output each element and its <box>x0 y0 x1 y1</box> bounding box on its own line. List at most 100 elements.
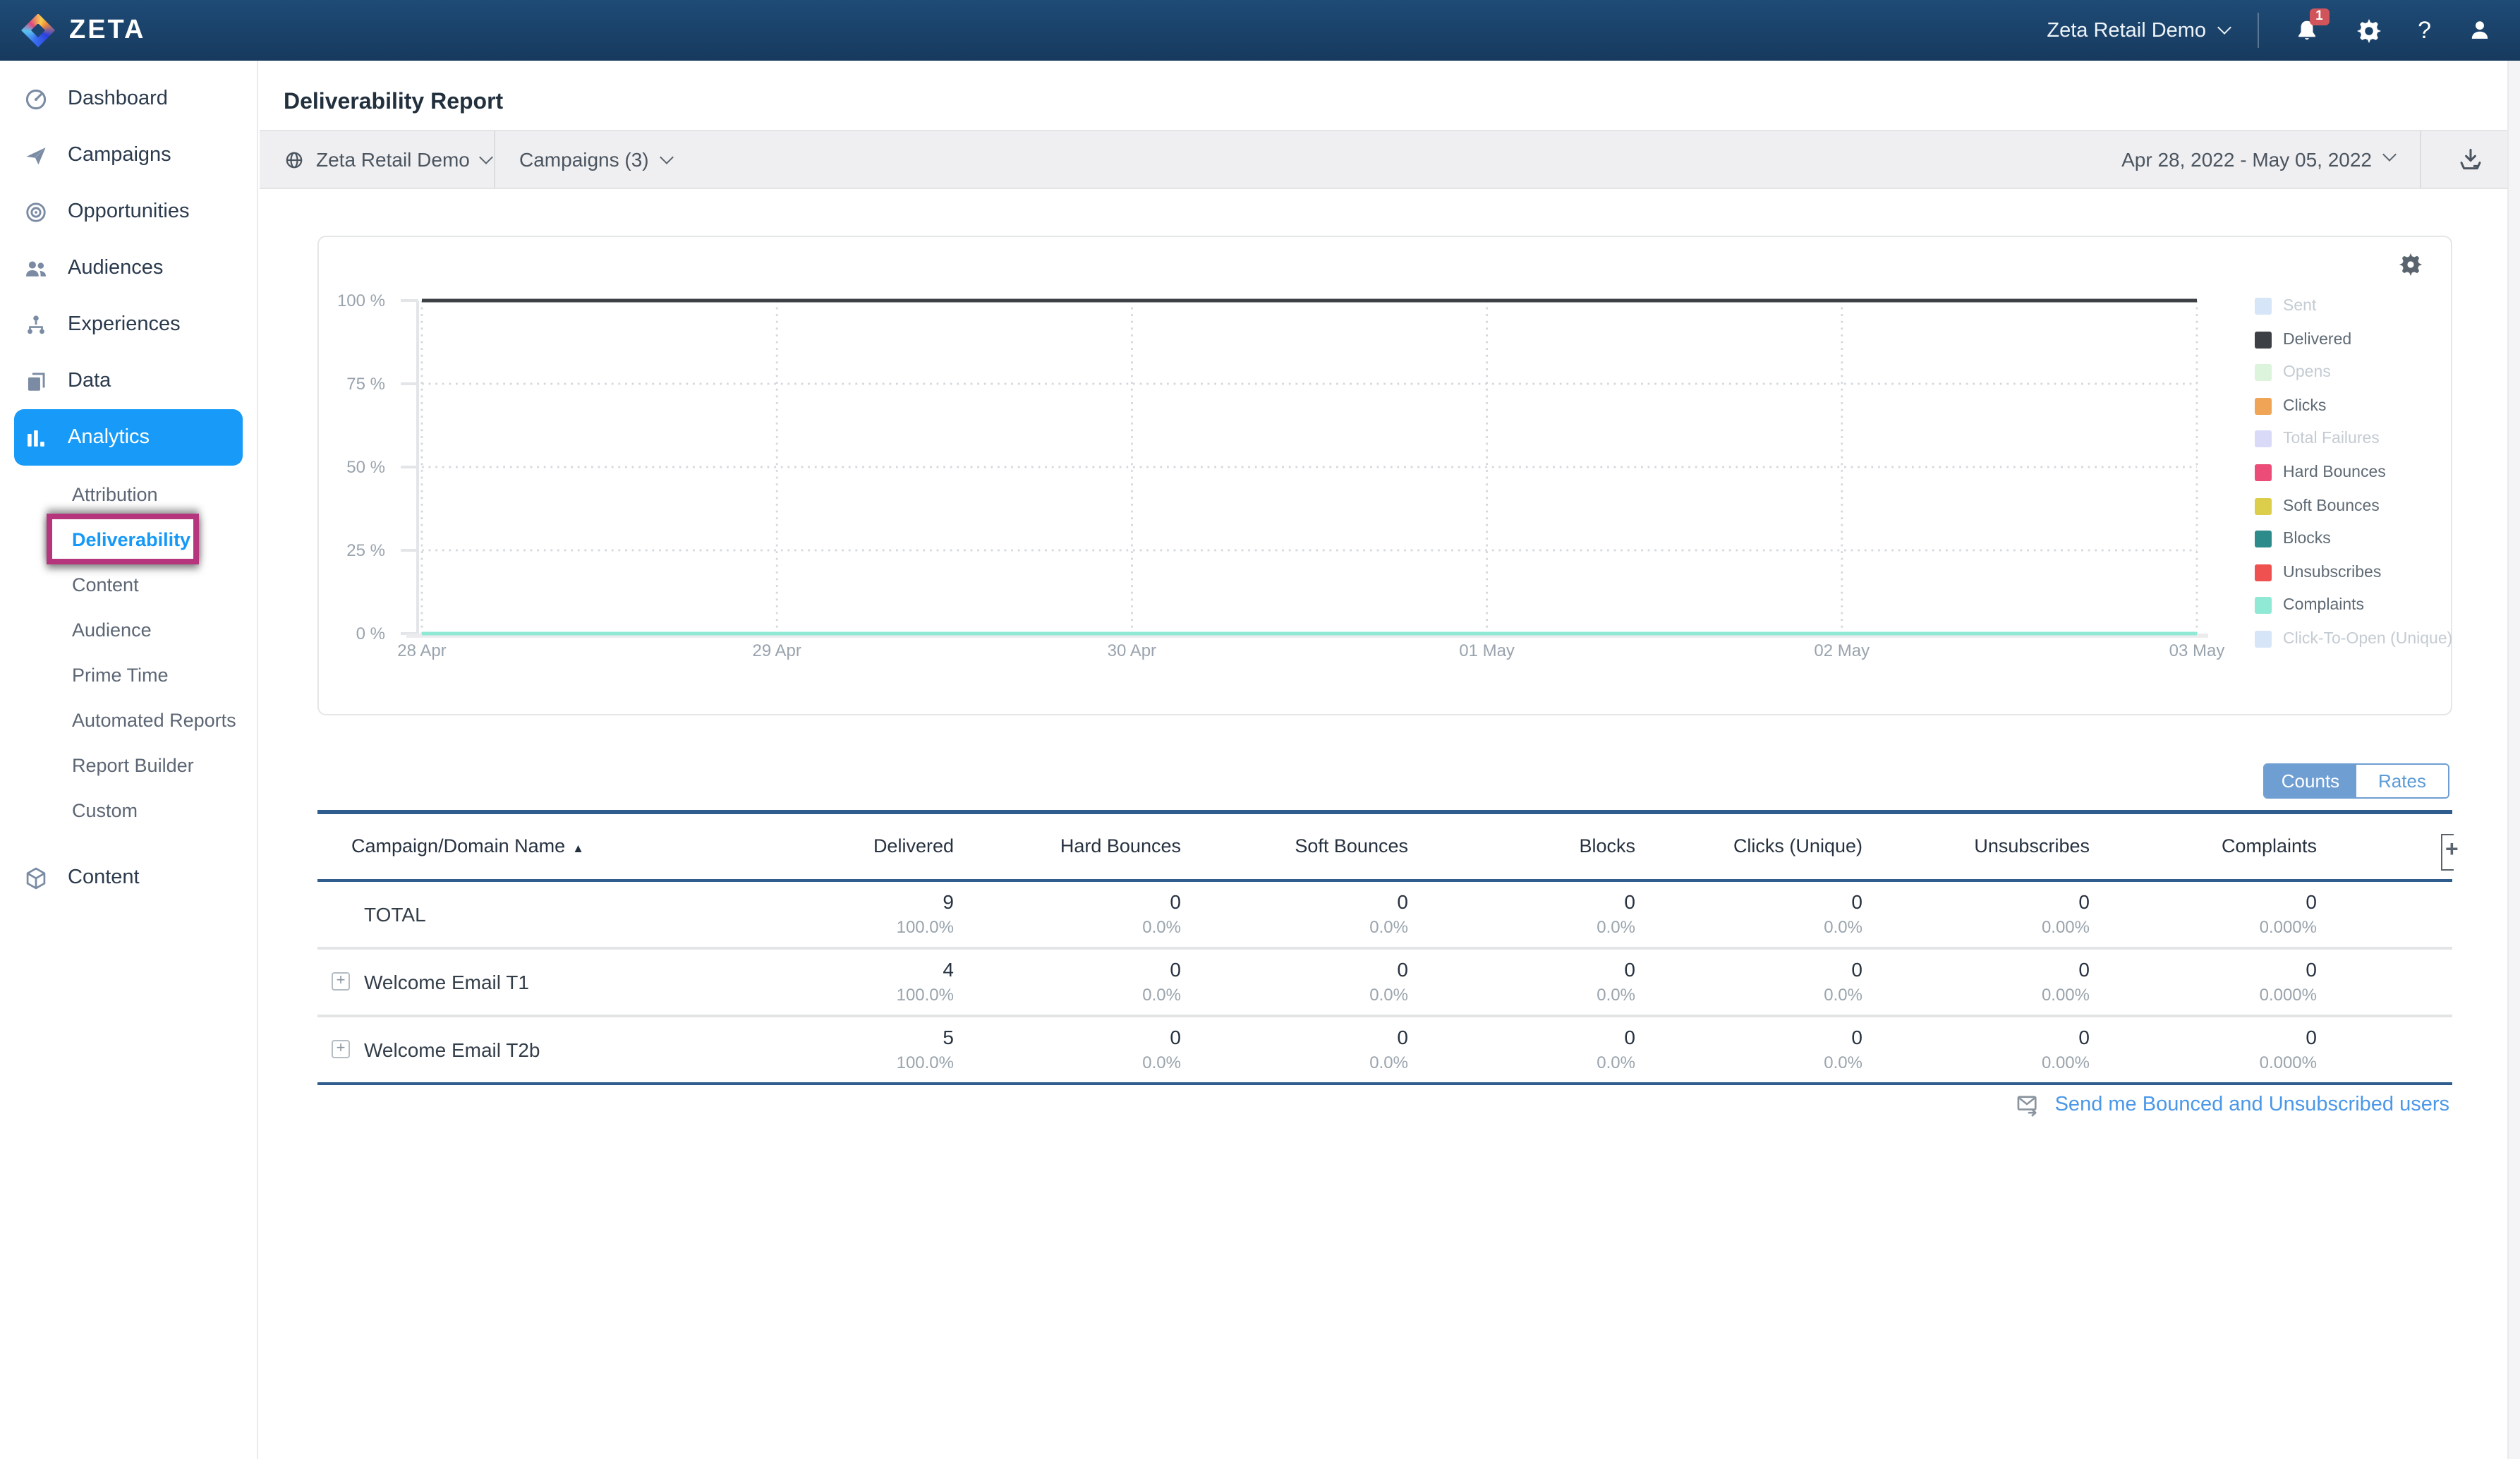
legend-item[interactable]: Click-To-Open (Unique) <box>2255 631 2452 648</box>
expand-row-icon[interactable] <box>332 972 350 991</box>
legend-label: Total Failures <box>2283 430 2380 448</box>
column-header[interactable]: Blocks <box>1408 835 1635 856</box>
column-header[interactable]: Unsubscribes <box>1862 835 2090 856</box>
metric-cell: 0 0.0% <box>954 958 1181 1005</box>
export-download-button[interactable] <box>2421 131 2520 188</box>
legend-item[interactable]: Sent <box>2255 298 2316 315</box>
sidebar-subitem-label: Content <box>72 574 139 595</box>
y-tick-label: 25 % <box>346 540 385 560</box>
metric-rate: 0.0% <box>1142 1053 1181 1072</box>
sidebar-item[interactable]: Content <box>0 849 257 906</box>
user-icon <box>2471 21 2488 39</box>
counts-rates-toggle: Counts Rates <box>2263 763 2449 799</box>
sidebar-subitem-label: Audience <box>72 619 152 640</box>
legend-item[interactable]: Blocks <box>2255 531 2331 548</box>
expand-row-icon[interactable] <box>332 1040 350 1058</box>
sidebar-item[interactable]: Audiences <box>0 240 257 296</box>
metric-rate: 100.0% <box>896 985 954 1005</box>
metric-count: 0 <box>1397 1026 1408 1048</box>
sidebar-subitem-label: Prime Time <box>72 664 169 685</box>
metric-cell: 0 0.0% <box>1408 890 1635 937</box>
account-switcher[interactable]: Zeta Retail Demo <box>2047 19 2231 42</box>
legend-label: Hard Bounces <box>2283 464 2386 481</box>
campaigns-filter-dropdown[interactable]: Campaigns (3) <box>495 148 674 171</box>
metric-count: 0 <box>2078 958 2090 981</box>
account-filter-dropdown[interactable]: Zeta Retail Demo <box>260 148 494 171</box>
column-header[interactable]: Clicks (Unique) <box>1635 835 1862 856</box>
help-button[interactable]: ? <box>2418 18 2431 42</box>
metric-cell: 0 0.000% <box>2090 1026 2317 1072</box>
sidebar-subitem-label: Attribution <box>72 483 158 504</box>
legend-swatch <box>2255 298 2272 315</box>
sidebar-subitem[interactable]: Content <box>0 562 257 607</box>
legend-label: Sent <box>2283 298 2317 315</box>
legend-item[interactable]: Delivered <box>2255 331 2351 349</box>
campaign-name: TOTAL <box>364 902 426 925</box>
sidebar-subitem[interactable]: Report Builder <box>0 742 257 787</box>
metric-count: 4 <box>943 958 954 981</box>
column-header[interactable]: Hard Bounces <box>954 835 1181 856</box>
sidebar-item-label: Opportunities <box>68 200 190 223</box>
date-range-picker[interactable]: Apr 28, 2022 - May 05, 2022 <box>2121 147 2420 171</box>
legend-item[interactable]: Soft Bounces <box>2255 497 2380 515</box>
column-header-campaign[interactable]: Campaign/Domain Name <box>317 835 727 856</box>
legend-item[interactable]: Complaints <box>2255 597 2364 615</box>
metric-count: 0 <box>1624 958 1635 981</box>
column-header[interactable]: Delivered <box>727 835 954 856</box>
notifications-button[interactable]: 1 <box>2294 8 2330 43</box>
chart-plot-area[interactable] <box>401 293 2214 653</box>
metric-cell: 0 0.0% <box>1635 1026 1862 1072</box>
legend-item[interactable]: Total Failures <box>2255 430 2380 448</box>
campaign-name-cell[interactable]: Welcome Email T1 <box>317 970 727 993</box>
y-tick-label: 50 % <box>346 457 385 477</box>
metric-rate: 0.0% <box>1369 917 1408 937</box>
sidebar-item[interactable]: Dashboard <box>0 71 257 127</box>
legend-swatch <box>2255 564 2272 581</box>
rates-tab[interactable]: Rates <box>2356 765 2448 797</box>
sidebar-subitem[interactable]: Automated Reports <box>0 697 257 742</box>
settings-button[interactable] <box>2356 18 2381 43</box>
zeta-brand[interactable]: ZETA <box>0 13 145 47</box>
chart-settings-button[interactable] <box>2399 253 2423 277</box>
scrollbar[interactable] <box>2507 61 2520 1459</box>
metric-count: 0 <box>1624 890 1635 913</box>
sidebar-item[interactable]: Analytics <box>14 409 243 466</box>
sidebar: Dashboard Campaigns Opportunities Audien… <box>0 61 258 1459</box>
sidebar-subitem[interactable]: Attribution <box>0 471 257 516</box>
help-icon: ? <box>2418 17 2431 44</box>
sidebar-item-label: Dashboard <box>68 87 168 110</box>
legend-item[interactable]: Hard Bounces <box>2255 464 2386 481</box>
legend-item[interactable]: Clicks <box>2255 397 2326 415</box>
metric-count: 0 <box>2078 890 2090 913</box>
top-bar: ZETA Zeta Retail Demo 1 ? <box>0 0 2520 61</box>
sidebar-subitem[interactable]: Deliverability <box>0 514 257 564</box>
user-menu-button[interactable] <box>2468 18 2492 42</box>
page-title: Deliverability Report <box>284 90 504 114</box>
y-tick-label: 75 % <box>346 374 385 394</box>
gear-icon <box>2356 18 2381 43</box>
legend-item[interactable]: Opens <box>2255 364 2331 382</box>
column-header[interactable]: Complaints <box>2090 835 2317 856</box>
sidebar-item-label: Audiences <box>68 257 164 279</box>
metric-count: 0 <box>1170 890 1181 913</box>
metric-cell: 0 0.0% <box>1181 958 1408 1005</box>
data-icon <box>24 369 48 393</box>
metric-cell: 5 100.0% <box>727 1026 954 1072</box>
sidebar-subitem[interactable]: Prime Time <box>0 652 257 697</box>
counts-tab[interactable]: Counts <box>2265 765 2356 797</box>
sidebar-item[interactable]: Campaigns <box>0 127 257 183</box>
campaign-name-cell[interactable]: TOTAL <box>317 902 727 925</box>
sidebar-item[interactable]: Data <box>0 353 257 409</box>
legend-item[interactable]: Unsubscribes <box>2255 564 2381 581</box>
sidebar-item[interactable]: Opportunities <box>0 183 257 240</box>
sidebar-subitem[interactable]: Audience <box>0 607 257 652</box>
column-header[interactable]: Soft Bounces <box>1181 835 1408 856</box>
campaign-name-cell[interactable]: Welcome Email T2b <box>317 1038 727 1060</box>
brand-name: ZETA <box>69 15 146 44</box>
sidebar-subitem[interactable]: Custom <box>0 787 257 833</box>
send-bounced-link[interactable]: Send me Bounced and Unsubscribed users <box>2016 1091 2449 1118</box>
add-column-button[interactable] <box>2441 834 2459 871</box>
metric-count: 0 <box>2306 890 2317 913</box>
sidebar-item[interactable]: Experiences <box>0 296 257 353</box>
table-row: Welcome Email T1 4 100.0% <box>317 949 2452 1017</box>
